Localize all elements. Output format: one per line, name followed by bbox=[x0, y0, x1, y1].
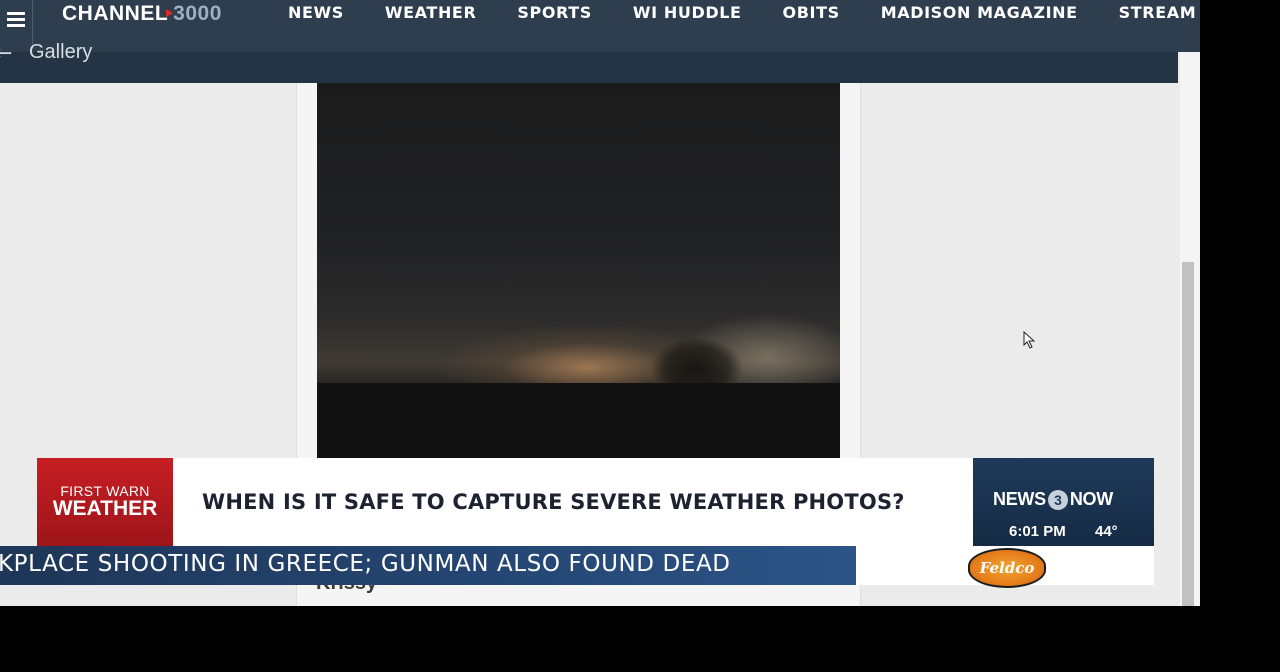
site-logo[interactable]: CHANNEL 3000 bbox=[62, 2, 222, 26]
nav-link-sports[interactable]: SPORTS bbox=[517, 3, 592, 22]
menu-button[interactable] bbox=[0, 0, 33, 44]
gallery-back-link[interactable]: Gallery bbox=[29, 41, 92, 64]
brand-line-2: WEATHER bbox=[52, 497, 158, 520]
logo-text: CHANNEL bbox=[62, 2, 169, 25]
nav-links: NEWS WEATHER SPORTS WI HUDDLE OBITS MADI… bbox=[288, 3, 1200, 22]
nav-link-stream[interactable]: STREAM bbox=[1119, 3, 1197, 22]
nav-link-news[interactable]: NEWS bbox=[288, 3, 344, 22]
nav-link-wi-huddle[interactable]: WI HUDDLE bbox=[633, 3, 742, 22]
hamburger-icon bbox=[7, 9, 25, 30]
clock: 6:01 PM bbox=[1009, 523, 1066, 540]
sponsor-text: Feldco bbox=[979, 559, 1035, 577]
nav-link-madison-magazine[interactable]: MADISON MAGAZINE bbox=[881, 3, 1078, 22]
station-number: 3 bbox=[1047, 490, 1068, 510]
station-logo: NEWS 3 NOW bbox=[993, 489, 1113, 510]
gallery-photo[interactable] bbox=[317, 83, 840, 461]
mouse-cursor-icon bbox=[1023, 331, 1036, 349]
ticker-text: KPLACE SHOOTING IN GREECE; GUNMAN ALSO F… bbox=[0, 551, 731, 577]
back-arrow-icon[interactable]: ← bbox=[0, 41, 12, 66]
station-prefix: NEWS bbox=[993, 489, 1046, 509]
top-navigation: CHANNEL 3000 NEWS WEATHER SPORTS WI HUDDL… bbox=[0, 0, 1200, 52]
headline-text: WHEN IS IT SAFE TO CAPTURE SEVERE WEATHE… bbox=[202, 490, 905, 514]
temperature: 44° bbox=[1095, 523, 1118, 540]
first-warn-weather-logo: FIRST WARN WEATHER bbox=[37, 458, 173, 546]
logo-number: 3000 bbox=[173, 2, 222, 25]
station-bug: NEWS 3 NOW 6:01 PM 44° bbox=[973, 458, 1154, 546]
gallery-bar: ← Gallery bbox=[0, 41, 1178, 83]
nav-link-weather[interactable]: WEATHER bbox=[385, 3, 476, 22]
lower-third-headline: WHEN IS IT SAFE TO CAPTURE SEVERE WEATHE… bbox=[173, 458, 973, 546]
nav-link-obits[interactable]: OBITS bbox=[783, 3, 840, 22]
scrollbar-thumb[interactable] bbox=[1182, 262, 1194, 606]
news-ticker: KPLACE SHOOTING IN GREECE; GUNMAN ALSO F… bbox=[0, 546, 856, 585]
station-suffix: NOW bbox=[1069, 489, 1113, 509]
sponsor-logo: Feldco bbox=[968, 548, 1046, 588]
